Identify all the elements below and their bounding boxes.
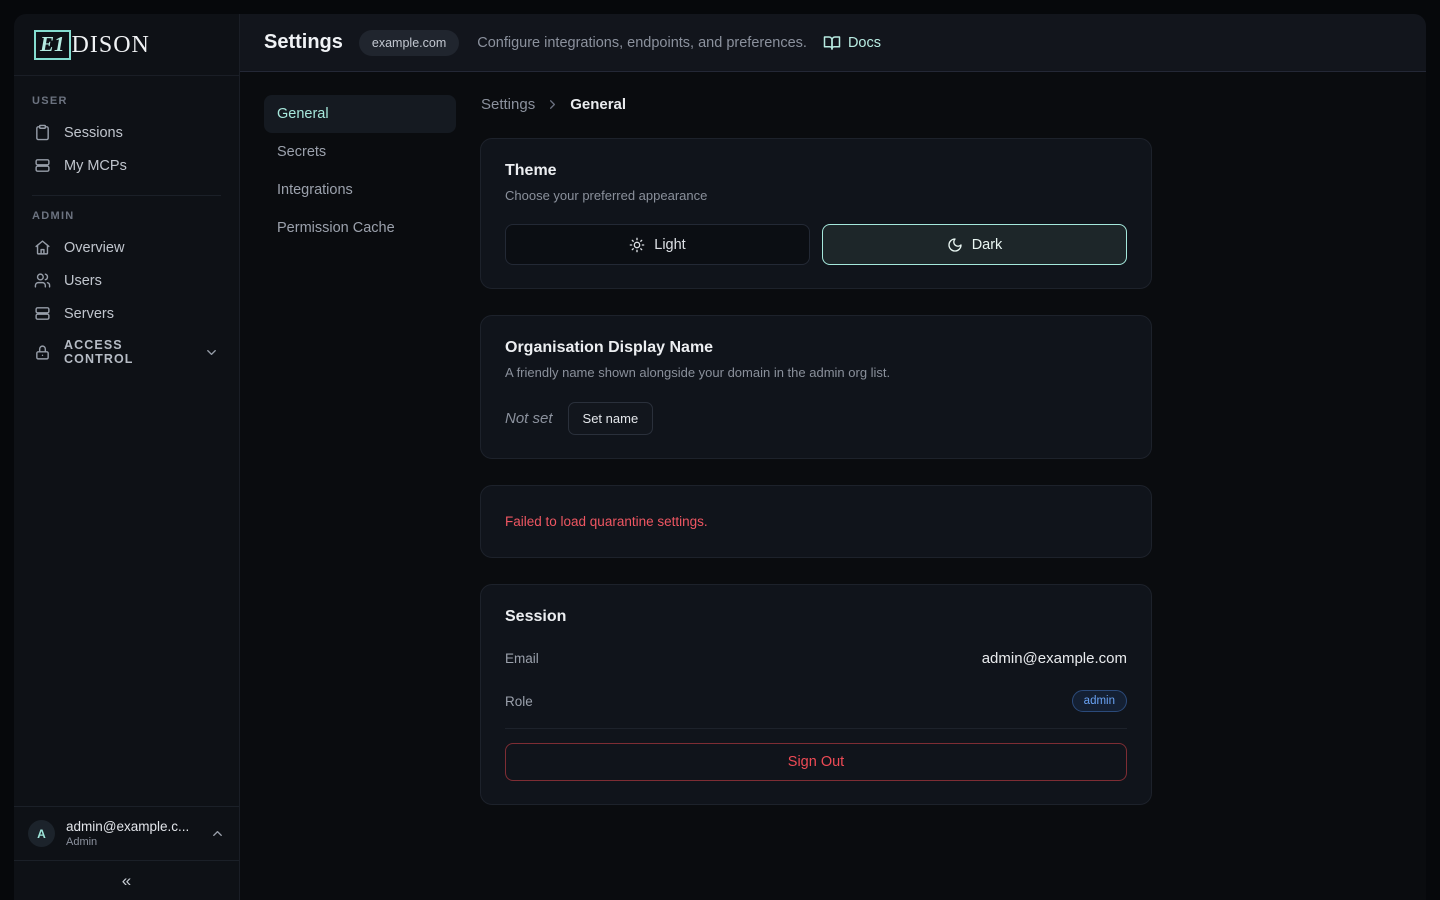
- page-subtitle: Configure integrations, endpoints, and p…: [477, 35, 807, 51]
- account-email: admin@example.c...: [66, 819, 199, 834]
- tab-integrations[interactable]: Integrations: [264, 171, 456, 209]
- error-message: Failed to load quarantine settings.: [505, 514, 1127, 529]
- theme-card: Theme Choose your preferred appearance L…: [480, 138, 1152, 289]
- org-display-name-card: Organisation Display Name A friendly nam…: [480, 315, 1152, 459]
- session-card: Session Email admin@example.com Role adm…: [480, 584, 1152, 805]
- theme-light-button[interactable]: Light: [505, 224, 810, 265]
- docs-link[interactable]: Docs: [823, 34, 881, 52]
- section-label-user: USER: [28, 95, 225, 107]
- role-badge: admin: [1072, 690, 1127, 712]
- users-icon: [34, 272, 51, 289]
- org-card-description: A friendly name shown alongside your dom…: [505, 365, 1127, 380]
- sidebar-item-overview[interactable]: Overview: [28, 232, 225, 263]
- session-divider: [505, 728, 1127, 729]
- docs-label: Docs: [848, 35, 881, 51]
- sidebar-item-label: ACCESS CONTROL: [64, 338, 178, 366]
- email-label: Email: [505, 651, 539, 666]
- quarantine-error-card: Failed to load quarantine settings.: [480, 485, 1152, 558]
- server-icon: [34, 157, 51, 174]
- sidebar-item-my-mcps[interactable]: My MCPs: [28, 150, 225, 181]
- sidebar-item-label: Users: [64, 273, 102, 289]
- session-role-row: Role admin: [505, 690, 1127, 712]
- sidebar-item-label: Overview: [64, 240, 124, 256]
- tab-secrets[interactable]: Secrets: [264, 133, 456, 171]
- section-label-admin: ADMIN: [28, 210, 225, 222]
- settings-content: Settings General Theme Choose your prefe…: [480, 95, 1426, 900]
- chevron-up-icon: [210, 826, 225, 841]
- moon-icon: [947, 237, 963, 253]
- org-name-value: Not set: [505, 410, 553, 427]
- sun-icon: [629, 237, 645, 253]
- clipboard-icon: [34, 124, 51, 141]
- sidebar-divider: [32, 195, 221, 196]
- page-header: Settings example.com Configure integrati…: [240, 14, 1426, 72]
- avatar: A: [28, 820, 55, 847]
- settings-subnav: General Secrets Integrations Permission …: [264, 95, 456, 900]
- settings-page: General Secrets Integrations Permission …: [240, 72, 1426, 900]
- book-open-icon: [823, 34, 841, 52]
- sidebar-item-label: Servers: [64, 306, 114, 322]
- session-card-title: Session: [505, 608, 1127, 626]
- email-value: admin@example.com: [982, 650, 1127, 667]
- theme-dark-label: Dark: [972, 237, 1003, 253]
- sidebar-item-users[interactable]: Users: [28, 265, 225, 296]
- sign-out-button[interactable]: Sign Out: [505, 743, 1127, 781]
- logo[interactable]: E1DISON: [14, 14, 239, 76]
- set-name-button[interactable]: Set name: [568, 402, 654, 435]
- page-title: Settings: [264, 31, 343, 54]
- home-icon: [34, 239, 51, 256]
- sidebar-item-label: My MCPs: [64, 158, 127, 174]
- sidebar-item-servers[interactable]: Servers: [28, 298, 225, 329]
- chevron-down-icon: [204, 345, 219, 360]
- theme-dark-button[interactable]: Dark: [822, 224, 1127, 265]
- sidebar-collapse-button[interactable]: «: [14, 860, 239, 900]
- account-role: Admin: [66, 836, 199, 848]
- theme-card-title: Theme: [505, 162, 1127, 180]
- breadcrumb-current: General: [570, 96, 626, 113]
- session-email-row: Email admin@example.com: [505, 647, 1127, 669]
- sidebar-nav: USER Sessions My MCPs ADMIN Overview: [14, 76, 239, 806]
- chevrons-left-icon: «: [122, 871, 131, 891]
- chevron-right-icon: [545, 97, 560, 112]
- domain-badge: example.com: [359, 30, 459, 56]
- lock-icon: [34, 344, 51, 361]
- logo-e1-mark: E1: [34, 30, 71, 60]
- org-card-title: Organisation Display Name: [505, 339, 1127, 357]
- sidebar-item-sessions[interactable]: Sessions: [28, 117, 225, 148]
- sidebar-footer: A admin@example.c... Admin «: [14, 806, 239, 900]
- account-menu-trigger[interactable]: A admin@example.c... Admin: [14, 807, 239, 860]
- sidebar-item-access-control[interactable]: ACCESS CONTROL: [28, 331, 225, 373]
- tab-permission-cache[interactable]: Permission Cache: [264, 209, 456, 247]
- logo-wordmark: DISON: [72, 32, 150, 59]
- tab-general[interactable]: General: [264, 95, 456, 133]
- breadcrumb: Settings General: [481, 96, 1426, 113]
- sidebar-item-label: Sessions: [64, 125, 123, 141]
- main-column: Settings example.com Configure integrati…: [240, 14, 1426, 900]
- server-icon: [34, 305, 51, 322]
- breadcrumb-settings[interactable]: Settings: [481, 96, 535, 113]
- role-label: Role: [505, 694, 533, 709]
- theme-light-label: Light: [654, 237, 685, 253]
- theme-card-description: Choose your preferred appearance: [505, 188, 1127, 203]
- sidebar: E1DISON USER Sessions My MCPs ADMIN: [14, 14, 240, 900]
- app-window: E1DISON USER Sessions My MCPs ADMIN: [14, 14, 1426, 900]
